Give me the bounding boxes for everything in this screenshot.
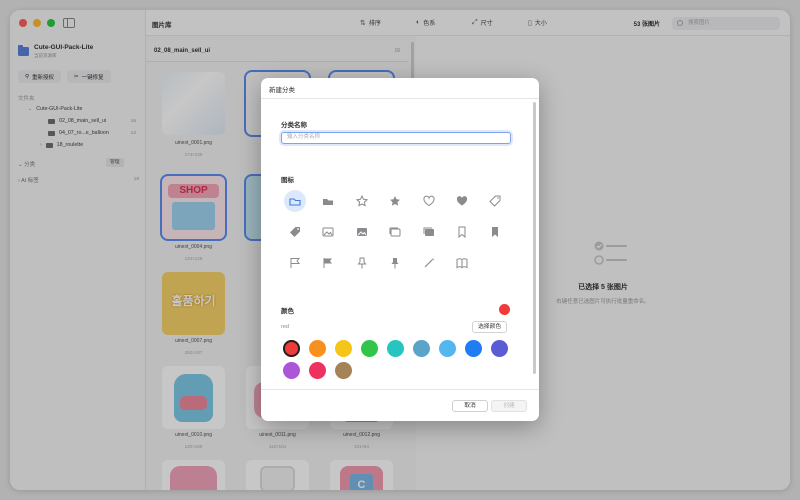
color-swatch[interactable] xyxy=(283,362,300,379)
dialog-title: 新建分类 xyxy=(269,87,295,94)
color-swatch[interactable] xyxy=(335,340,352,357)
new-category-dialog: 新建分类 分类名称 输入分类名称 图标 颜色 red 选择颜色 取消 创建 xyxy=(261,78,539,421)
color-swatch[interactable] xyxy=(439,340,456,357)
photo-fill-icon[interactable] xyxy=(351,221,373,243)
book-icon[interactable] xyxy=(451,252,473,274)
folder-icon[interactable] xyxy=(284,190,306,212)
color-swatch[interactable] xyxy=(465,340,482,357)
folder-fill-icon[interactable] xyxy=(317,190,339,212)
star-icon[interactable] xyxy=(351,190,373,212)
tag-fill-icon[interactable] xyxy=(284,221,306,243)
photos-icon[interactable] xyxy=(384,221,406,243)
star-fill-icon[interactable] xyxy=(384,190,406,212)
pin-fill-icon[interactable] xyxy=(384,252,406,274)
color-swatch[interactable] xyxy=(387,340,404,357)
color-swatch[interactable] xyxy=(309,362,326,379)
dialog-scrollbar[interactable] xyxy=(533,102,536,374)
color-swatch[interactable] xyxy=(309,340,326,357)
color-label: 颜色 xyxy=(281,308,294,315)
color-swatch[interactable] xyxy=(413,340,430,357)
heart-icon[interactable] xyxy=(418,190,440,212)
color-swatch[interactable] xyxy=(283,340,300,357)
dialog-footer-divider xyxy=(261,389,539,390)
pin-icon[interactable] xyxy=(351,252,373,274)
bookmark-icon[interactable] xyxy=(451,221,473,243)
photos-fill-icon[interactable] xyxy=(418,221,440,243)
dialog-divider xyxy=(261,98,539,99)
selected-color-indicator xyxy=(499,304,510,315)
flag-icon[interactable] xyxy=(284,252,306,274)
color-swatch[interactable] xyxy=(335,362,352,379)
pick-color-button[interactable]: 选择颜色 xyxy=(472,321,508,333)
color-swatch[interactable] xyxy=(491,340,508,357)
bookmark-fill-icon[interactable] xyxy=(484,221,506,243)
heart-fill-icon[interactable] xyxy=(451,190,473,212)
create-button[interactable]: 创建 xyxy=(491,400,527,412)
icon-label: 图标 xyxy=(281,177,294,184)
photo-icon[interactable] xyxy=(317,221,339,243)
wand-icon[interactable] xyxy=(418,252,440,274)
selected-color-name: red xyxy=(281,324,289,330)
tag-icon[interactable] xyxy=(484,190,506,212)
name-label: 分类名称 xyxy=(281,122,307,129)
category-name-input[interactable]: 输入分类名称 xyxy=(281,132,511,144)
flag-fill-icon[interactable] xyxy=(317,252,339,274)
color-swatch[interactable] xyxy=(361,340,378,357)
cancel-button[interactable]: 取消 xyxy=(452,400,488,412)
